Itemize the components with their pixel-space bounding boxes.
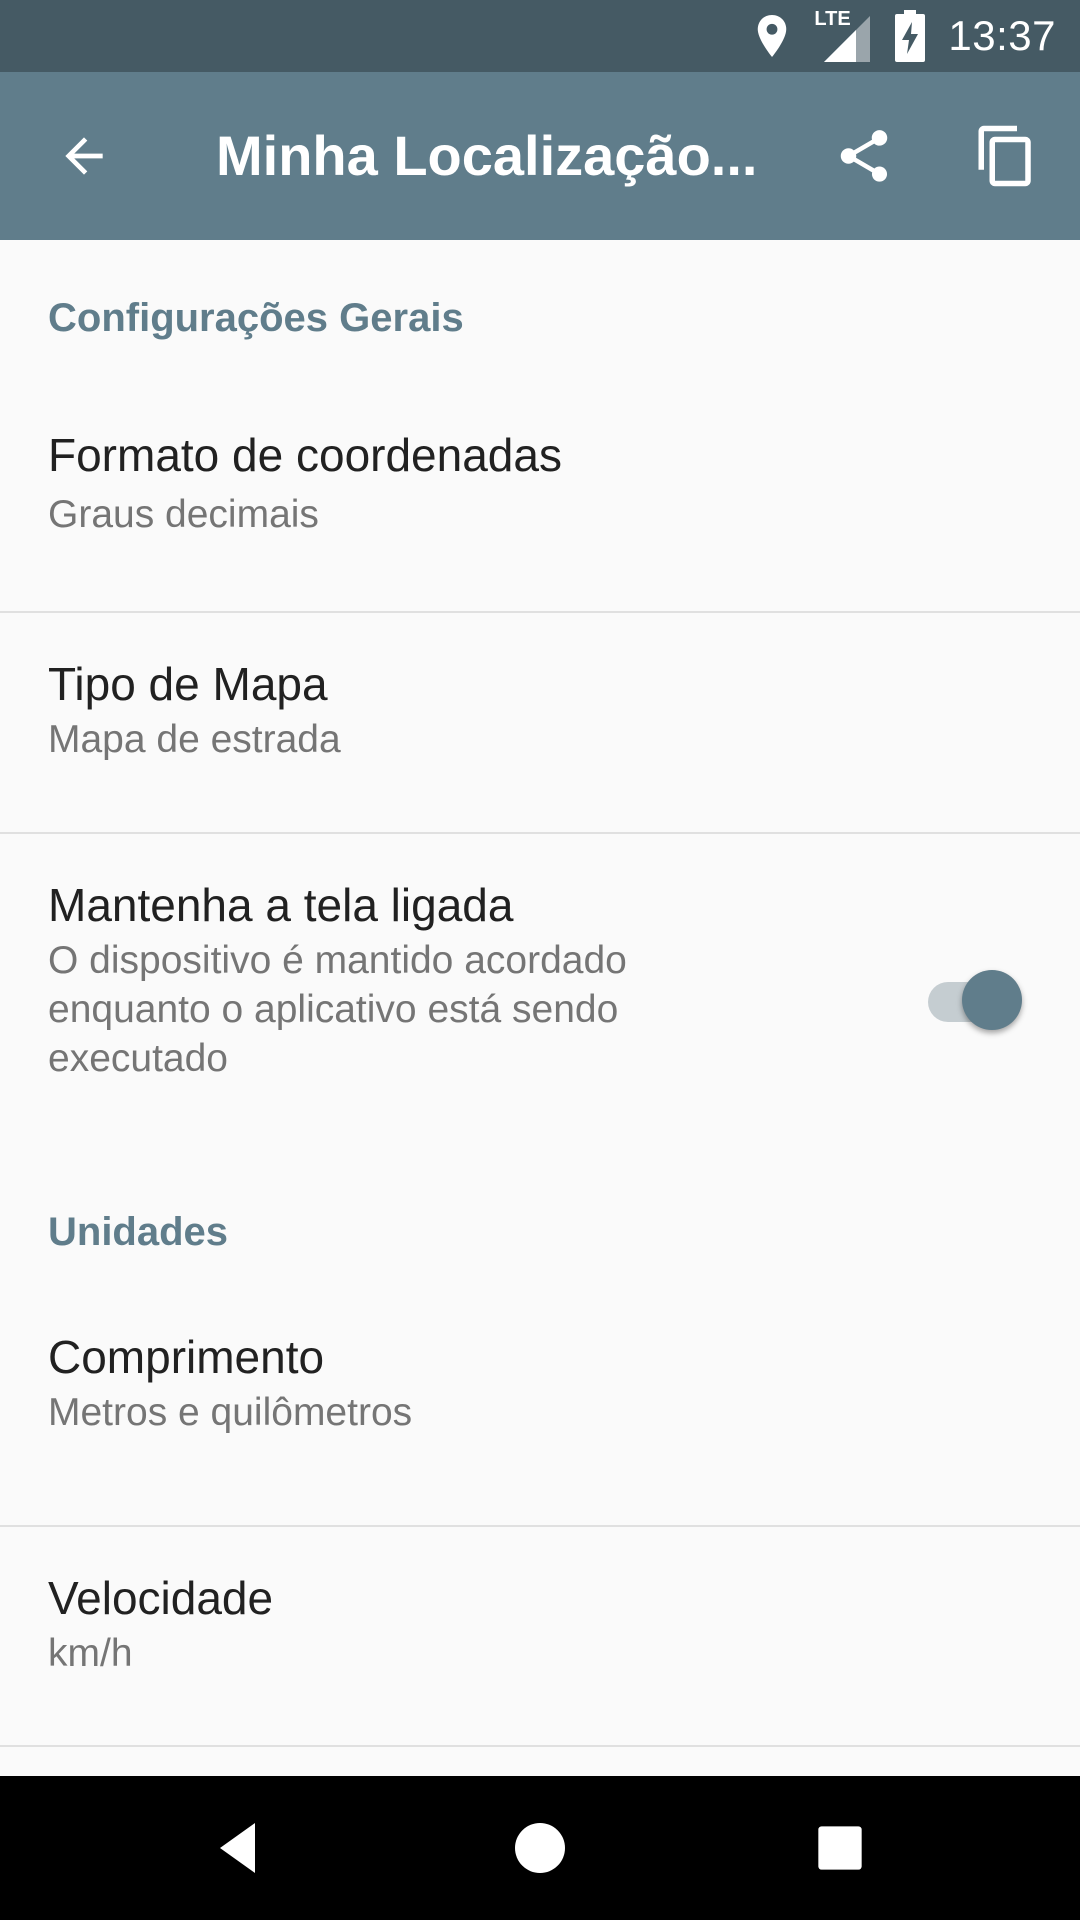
pref-summary: Graus decimais	[48, 493, 319, 536]
recents-square-icon[interactable]	[800, 1808, 880, 1888]
copy-icon[interactable]	[972, 122, 1040, 190]
pref-summary: Mapa de estrada	[48, 718, 341, 761]
page-title: Minha Localização...	[216, 124, 758, 187]
app-bar: Minha Localização...	[0, 72, 1080, 240]
pref-keep-screen-on[interactable]: Mantenha a tela ligada O dispositivo é m…	[0, 834, 1080, 1134]
location-icon	[754, 13, 790, 59]
share-icon[interactable]	[830, 122, 898, 190]
divider	[0, 1745, 1080, 1747]
network-type-label: LTE	[814, 8, 851, 30]
section-header-general: Configurações Gerais	[48, 296, 464, 340]
keep-screen-on-switch[interactable]	[924, 962, 1024, 1030]
settings-list: Configurações Gerais Formato de coordena…	[0, 240, 1080, 1776]
arrow-back-icon[interactable]	[52, 124, 116, 188]
pref-coordinate-format[interactable]: Formato de coordenadas Graus decimais	[0, 372, 1080, 552]
pref-title: Tipo de Mapa	[48, 658, 328, 710]
pref-title: Mantenha a tela ligada	[48, 879, 514, 931]
navigation-bar	[0, 1776, 1080, 1920]
pref-title: Formato de coordenadas	[48, 429, 562, 481]
battery-charging-icon	[894, 10, 926, 62]
pref-summary: O dispositivo é mantido acordado enquant…	[48, 939, 627, 1080]
pref-speed[interactable]: Velocidade km/h	[0, 1527, 1080, 1747]
pref-map-type[interactable]: Tipo de Mapa Mapa de estrada	[0, 613, 1080, 833]
signal-icon: LTE	[812, 8, 872, 64]
status-bar: LTE 13:37	[0, 0, 1080, 72]
pref-title: Velocidade	[48, 1572, 274, 1624]
pref-summary: Metros e quilômetros	[48, 1391, 413, 1434]
pref-length[interactable]: Comprimento Metros e quilômetros	[0, 1270, 1080, 1502]
home-circle-icon[interactable]	[500, 1808, 580, 1888]
section-header-units: Unidades	[48, 1210, 229, 1254]
back-triangle-icon[interactable]	[200, 1808, 280, 1888]
pref-summary: km/h	[48, 1632, 133, 1675]
pref-title: Comprimento	[48, 1331, 325, 1383]
clock: 13:37	[948, 12, 1056, 59]
switch-thumb	[962, 970, 1022, 1030]
